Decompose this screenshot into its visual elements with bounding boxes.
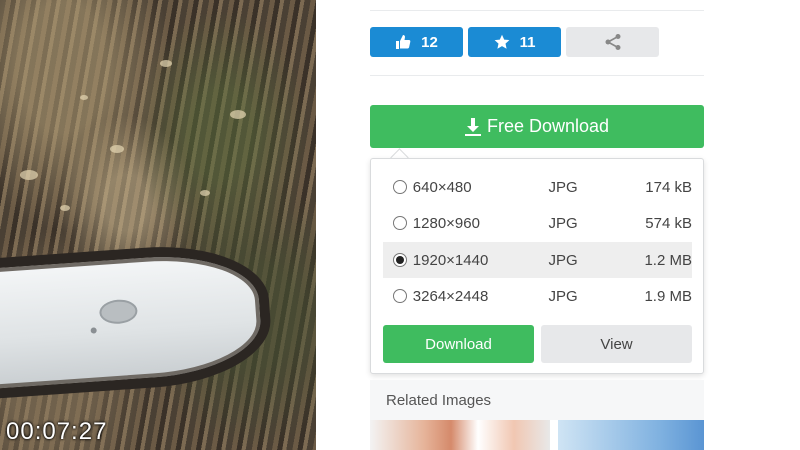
- related-images-label: Related Images: [386, 391, 492, 409]
- option-size: 1.2 MB: [644, 251, 692, 269]
- radio-button[interactable]: [393, 180, 407, 194]
- option-row[interactable]: 1280×960 JPG 574 kB: [383, 205, 692, 241]
- video-timestamp: 00:07:27: [6, 418, 108, 445]
- share-button[interactable]: [566, 27, 659, 57]
- like-count: 12: [421, 33, 438, 51]
- free-download-button[interactable]: Free Download: [370, 105, 704, 148]
- related-thumbnail[interactable]: [558, 420, 704, 450]
- option-row[interactable]: 640×480 JPG 174 kB: [383, 169, 692, 205]
- option-format: JPG: [548, 214, 578, 232]
- option-row-selected[interactable]: 1920×1440 JPG 1.2 MB: [383, 242, 692, 278]
- related-thumbnail[interactable]: [370, 420, 550, 450]
- thumbs-up-icon: [396, 35, 411, 49]
- option-resolution: 1920×1440: [412, 251, 489, 269]
- option-format: JPG: [548, 178, 578, 196]
- download-arrow-icon: [464, 117, 481, 136]
- option-resolution: 640×480: [412, 178, 472, 196]
- option-size: 174 kB: [645, 178, 692, 196]
- option-resolution: 1280×960: [412, 214, 480, 232]
- bar-dot: [90, 327, 97, 334]
- option-format: JPG: [548, 251, 578, 269]
- related-images-header: Related Images: [370, 380, 704, 420]
- option-size: 574 kB: [645, 214, 692, 232]
- favorite-button[interactable]: 11: [468, 27, 561, 57]
- download-options-dropdown: 640×480 JPG 174 kB 1280×960 JPG 574 kB 1…: [370, 158, 704, 374]
- actions-divider: [370, 75, 704, 76]
- option-size: 1.9 MB: [644, 287, 692, 305]
- radio-button[interactable]: [393, 216, 407, 230]
- radio-button[interactable]: [393, 289, 407, 303]
- like-button[interactable]: 12: [370, 27, 463, 57]
- main-image: 00:07:27: [0, 0, 316, 450]
- download-button-label: Download: [425, 335, 492, 353]
- star-icon: [494, 34, 509, 49]
- option-format: JPG: [548, 287, 578, 305]
- download-button[interactable]: Download: [383, 325, 534, 363]
- view-button-label: View: [600, 335, 633, 353]
- view-button[interactable]: View: [541, 325, 692, 363]
- share-icon: [605, 34, 620, 50]
- option-row[interactable]: 3264×2448 JPG 1.9 MB: [383, 278, 692, 314]
- rivet: [98, 298, 139, 326]
- option-resolution: 3264×2448: [412, 287, 489, 305]
- chainsaw-bar: [0, 239, 275, 401]
- top-divider: [370, 10, 704, 11]
- radio-button-selected[interactable]: [393, 253, 407, 267]
- favorite-count: 11: [519, 33, 536, 51]
- free-download-label: Free Download: [486, 116, 610, 136]
